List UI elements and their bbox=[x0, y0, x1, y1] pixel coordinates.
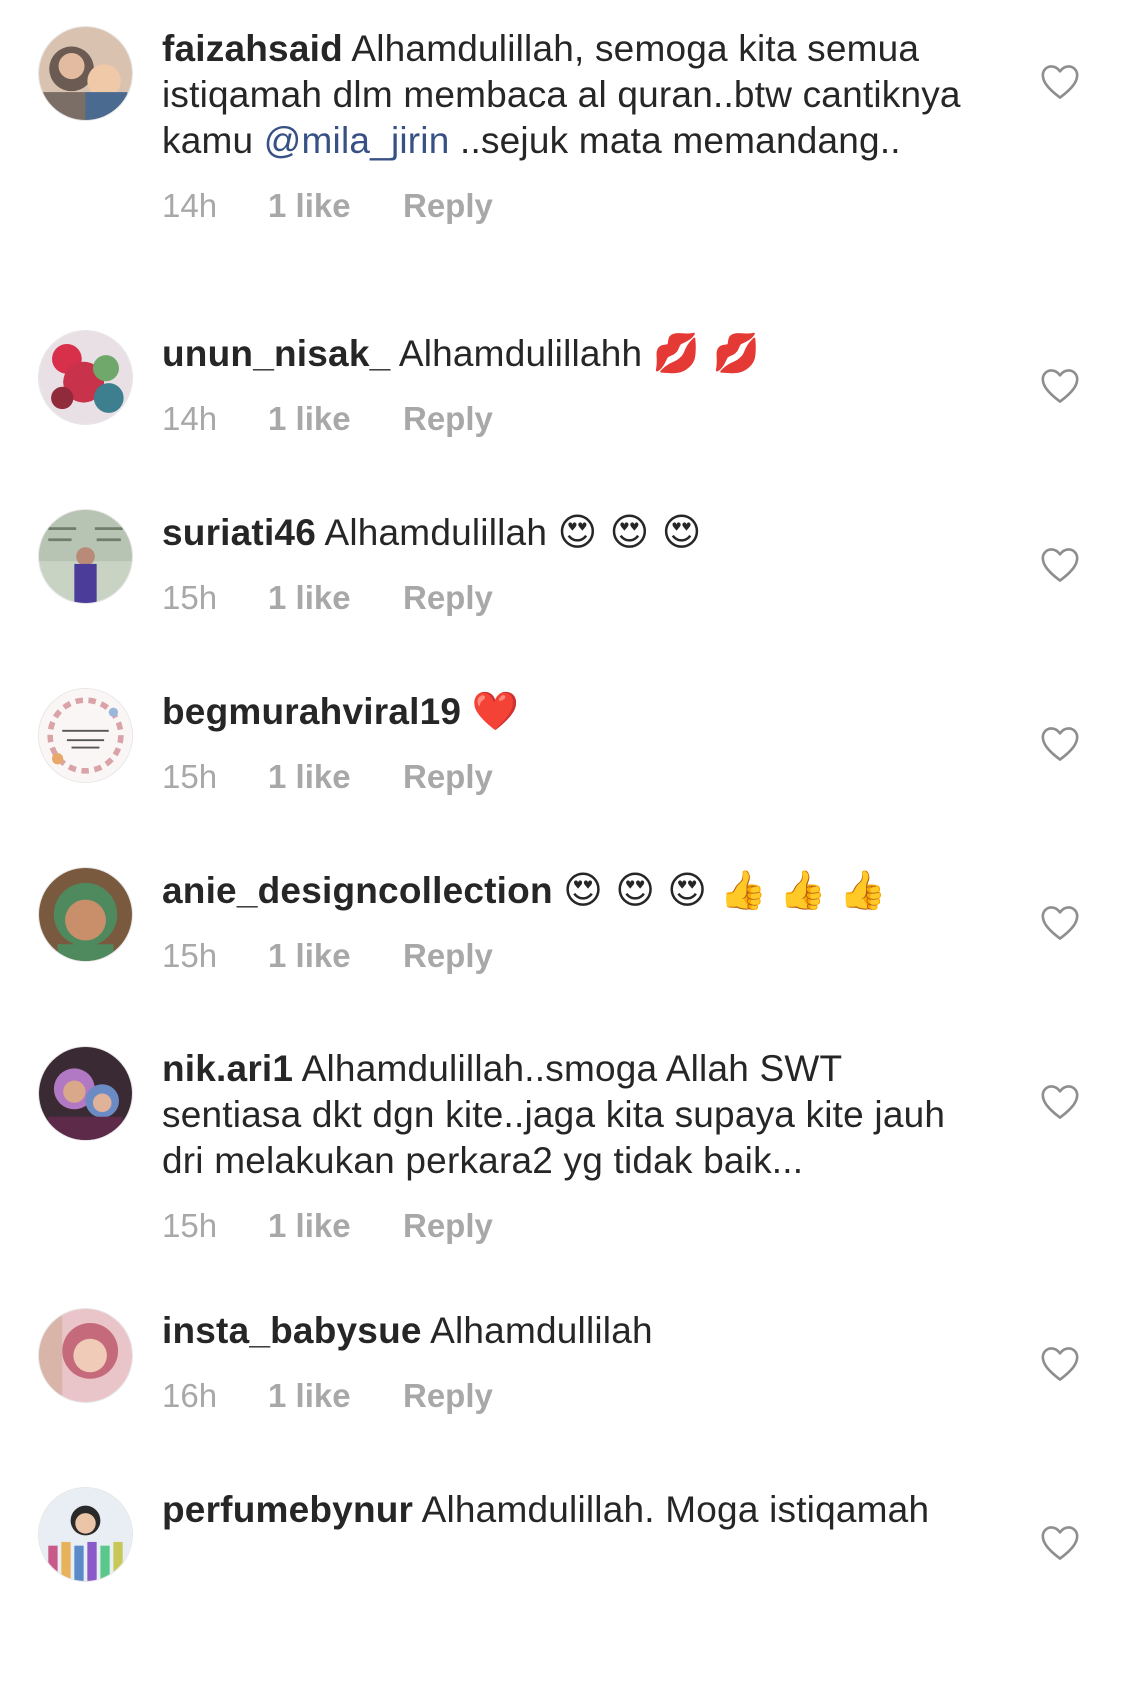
avatar[interactable] bbox=[38, 688, 133, 783]
avatar[interactable] bbox=[38, 1308, 133, 1403]
comment-message: Alhamdulillah. Moga istiqamah bbox=[413, 1489, 930, 1530]
comment-meta: 15h 1 like Reply bbox=[162, 1206, 962, 1246]
comment-username[interactable]: faizahsaid bbox=[162, 28, 343, 69]
comment-likes[interactable]: 1 like bbox=[268, 1206, 403, 1246]
comment-text: nik.ari1 Alhamdulillah..smoga Allah SWT … bbox=[162, 1046, 962, 1184]
comment-likes[interactable]: 1 like bbox=[268, 399, 403, 439]
comment-message bbox=[553, 870, 563, 911]
comment-meta: 15h 1 like Reply bbox=[162, 936, 962, 976]
comment-body: perfumebynur Alhamdulillah. Moga istiqam… bbox=[162, 1487, 962, 1533]
reply-button[interactable]: Reply bbox=[403, 399, 493, 439]
comment-meta: 15h 1 like Reply bbox=[162, 578, 962, 618]
avatar-image bbox=[39, 331, 132, 424]
comment-meta: 16h 1 like Reply bbox=[162, 1376, 962, 1416]
avatar[interactable] bbox=[38, 1487, 133, 1582]
like-heart-icon[interactable] bbox=[1040, 726, 1080, 762]
comment-likes[interactable]: 1 like bbox=[268, 757, 403, 797]
comment-meta: 15h 1 like Reply bbox=[162, 757, 962, 797]
like-heart-icon[interactable] bbox=[1040, 64, 1080, 100]
like-heart-icon[interactable] bbox=[1040, 547, 1080, 583]
comment-time: 15h bbox=[162, 758, 218, 795]
comment-username[interactable]: begmurahviral19 bbox=[162, 691, 461, 732]
avatar-image bbox=[39, 868, 132, 961]
heart-eyes-emoji: 😍 😍 😍 bbox=[557, 510, 702, 554]
comment-text: faizahsaid Alhamdulillah, semoga kita se… bbox=[162, 26, 962, 164]
reply-button[interactable]: Reply bbox=[403, 757, 493, 797]
reply-button[interactable]: Reply bbox=[403, 1376, 493, 1416]
comment-username[interactable]: anie_designcollection bbox=[162, 870, 553, 911]
comment-body: begmurahviral19 ❤️ 15h 1 like Reply bbox=[162, 688, 962, 797]
like-heart-icon[interactable] bbox=[1040, 1084, 1080, 1120]
comment-meta: 14h 1 like Reply bbox=[162, 399, 962, 439]
avatar-image bbox=[39, 1488, 132, 1581]
avatar-image bbox=[39, 510, 132, 603]
comment-likes[interactable]: 1 like bbox=[268, 1376, 403, 1416]
like-heart-icon[interactable] bbox=[1040, 1525, 1080, 1561]
like-heart-icon[interactable] bbox=[1040, 905, 1080, 941]
comment-text: begmurahviral19 ❤️ bbox=[162, 688, 962, 735]
red-heart-emoji: ❤️ bbox=[471, 689, 520, 733]
comment-message bbox=[461, 691, 471, 732]
comment-body: faizahsaid Alhamdulillah, semoga kita se… bbox=[162, 26, 962, 226]
reply-button[interactable]: Reply bbox=[403, 936, 493, 976]
comment-message: Alhamdullilah bbox=[421, 1310, 653, 1351]
comment-message: Alhamdulillah bbox=[316, 512, 558, 553]
avatar-image bbox=[39, 1047, 132, 1140]
avatar-image bbox=[39, 27, 132, 120]
comment-text: perfumebynur Alhamdulillah. Moga istiqam… bbox=[162, 1487, 962, 1533]
comment-time: 15h bbox=[162, 579, 218, 616]
comment-body: unun_nisak_ Alhamdulillahh 💋 💋 14h 1 like… bbox=[162, 330, 962, 439]
heart-eyes-thumbs-up-emoji: 😍 😍 😍 👍 👍 👍 bbox=[563, 868, 887, 912]
comment-text: unun_nisak_ Alhamdulillahh 💋 💋 bbox=[162, 330, 962, 377]
comment-body: nik.ari1 Alhamdulillah..smoga Allah SWT … bbox=[162, 1046, 962, 1246]
mention-link[interactable]: @mila_jirin bbox=[264, 120, 450, 161]
comment-likes[interactable]: 1 like bbox=[268, 578, 403, 618]
comment-message: Alhamdulillahh bbox=[390, 333, 653, 374]
comment-username[interactable]: suriati46 bbox=[162, 512, 316, 553]
like-heart-icon[interactable] bbox=[1040, 1346, 1080, 1382]
like-heart-icon[interactable] bbox=[1040, 368, 1080, 404]
comment-likes[interactable]: 1 like bbox=[268, 936, 403, 976]
kiss-emoji: 💋 💋 bbox=[652, 331, 761, 375]
comment-username[interactable]: insta_babysue bbox=[162, 1310, 422, 1351]
avatar[interactable] bbox=[38, 330, 133, 425]
comment-body: insta_babysue Alhamdullilah 16h 1 like Rep… bbox=[162, 1308, 962, 1416]
avatar[interactable] bbox=[38, 867, 133, 962]
reply-button[interactable]: Reply bbox=[403, 578, 493, 618]
comment-time: 15h bbox=[162, 1207, 218, 1244]
comment-body: suriati46 Alhamdulillah 😍 😍 😍 15h 1 like R… bbox=[162, 509, 962, 618]
avatar-image bbox=[39, 1309, 132, 1402]
comment-time: 16h bbox=[162, 1377, 218, 1414]
comment-time: 14h bbox=[162, 400, 218, 437]
comment-message-continued: ..sejuk mata memandang.. bbox=[449, 120, 901, 161]
comment-text: anie_designcollection 😍 😍 😍 👍 👍 👍 bbox=[162, 867, 962, 914]
reply-button[interactable]: Reply bbox=[403, 186, 493, 226]
comment-time: 15h bbox=[162, 937, 218, 974]
comment-username[interactable]: unun_nisak_ bbox=[162, 333, 390, 374]
comment-time: 14h bbox=[162, 187, 218, 224]
comment-text: suriati46 Alhamdulillah 😍 😍 😍 bbox=[162, 509, 962, 556]
comment-text: insta_babysue Alhamdullilah bbox=[162, 1308, 962, 1354]
comment-meta: 14h 1 like Reply bbox=[162, 186, 962, 226]
avatar[interactable] bbox=[38, 1046, 133, 1141]
comment-username[interactable]: nik.ari1 bbox=[162, 1048, 293, 1089]
avatar-image bbox=[39, 689, 132, 782]
avatar[interactable] bbox=[38, 509, 133, 604]
comment-likes[interactable]: 1 like bbox=[268, 186, 403, 226]
reply-button[interactable]: Reply bbox=[403, 1206, 493, 1246]
comment-username[interactable]: perfumebynur bbox=[162, 1489, 413, 1530]
avatar[interactable] bbox=[38, 26, 133, 121]
comment-body: anie_designcollection 😍 😍 😍 👍 👍 👍 15h 1 l… bbox=[162, 867, 962, 976]
